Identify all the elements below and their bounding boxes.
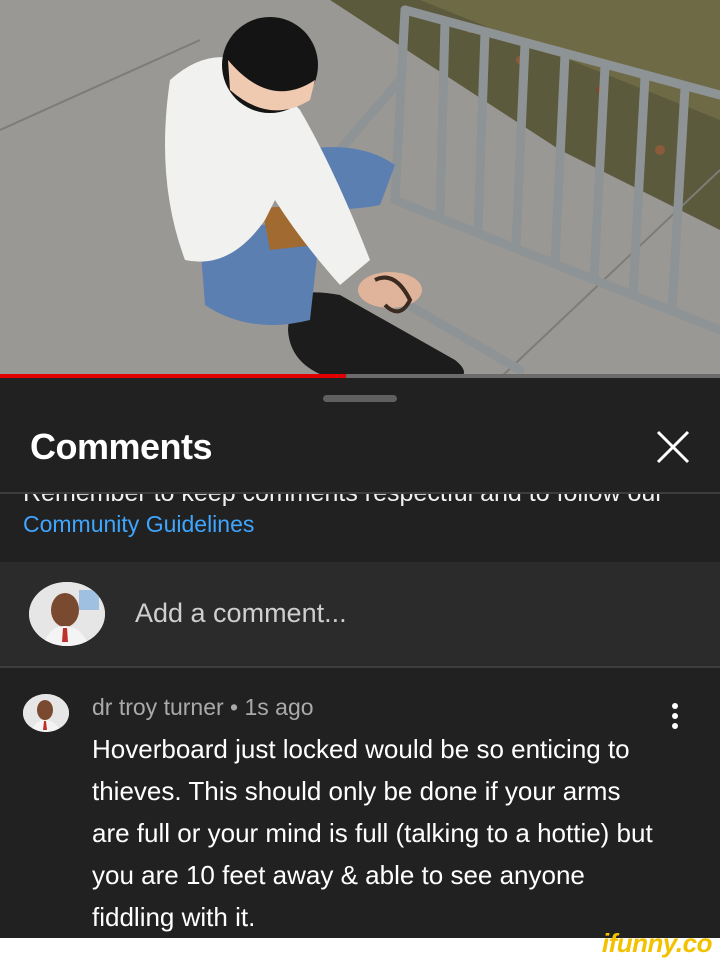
more-vert-icon (672, 703, 678, 729)
comment-meta: dr troy turner • 1s ago (92, 694, 314, 721)
user-avatar (29, 582, 105, 646)
comments-divider (0, 666, 720, 668)
comment-author[interactable]: dr troy turner (92, 694, 224, 720)
video-player[interactable] (0, 0, 720, 378)
add-comment-row[interactable]: Add a comment... (0, 562, 720, 666)
comment-more-button[interactable] (662, 700, 688, 734)
video-frame (0, 0, 720, 378)
comment-text: Hoverboard just locked would be so entic… (92, 734, 653, 932)
comments-sheet: Comments Remember to keep comments respe… (0, 378, 720, 959)
close-button[interactable] (652, 426, 694, 468)
ifunny-watermark: ifunny.co (601, 928, 713, 958)
meta-separator: • (230, 694, 239, 720)
close-icon (656, 430, 690, 464)
add-comment-input[interactable]: Add a comment... (135, 598, 347, 629)
drag-handle[interactable] (323, 395, 397, 402)
comment-author-avatar[interactable] (23, 694, 69, 732)
comment-time: 1s ago (244, 694, 314, 720)
comments-title: Comments (30, 426, 213, 467)
guidelines-reminder: Remember to keep comments respectful and… (0, 494, 720, 562)
community-guidelines-link[interactable]: Community Guidelines (23, 511, 254, 538)
reminder-text: Remember to keep comments respectful and… (23, 494, 664, 508)
